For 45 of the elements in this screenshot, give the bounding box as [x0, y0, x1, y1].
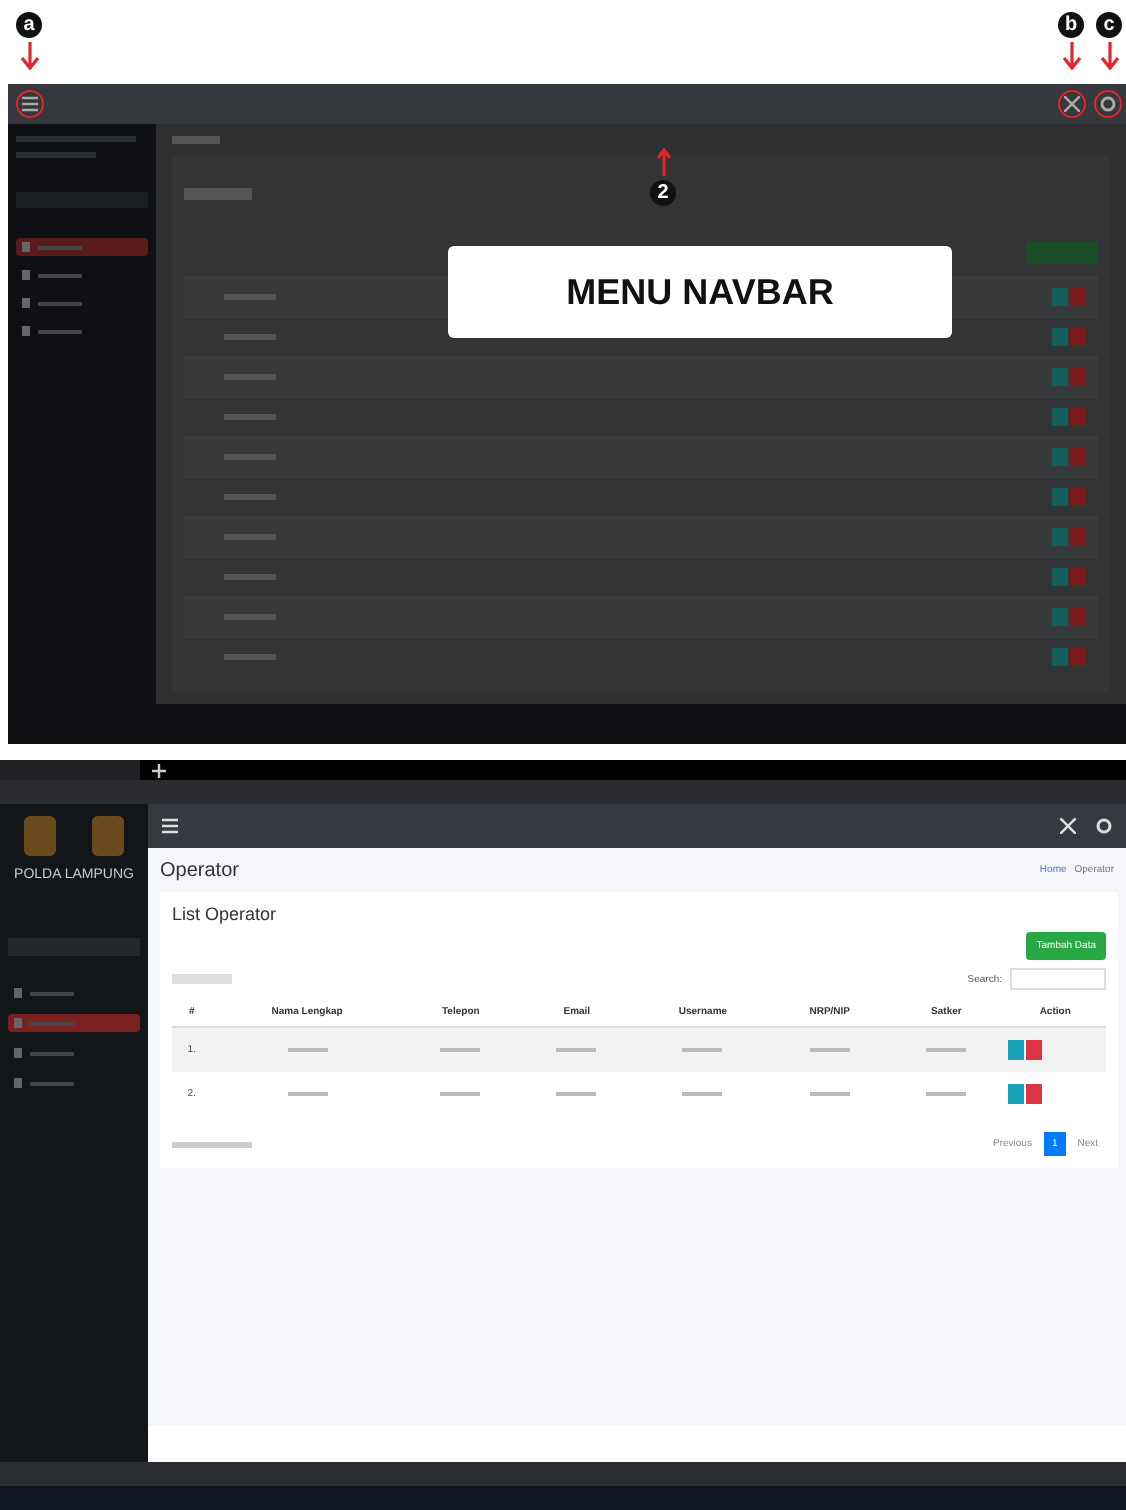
menu-button[interactable] [16, 90, 44, 118]
text-line [926, 1048, 967, 1052]
add-button[interactable] [1026, 242, 1098, 264]
text-line [440, 1092, 481, 1096]
delete-button[interactable] [1026, 1040, 1043, 1060]
text-line [287, 1048, 328, 1052]
fullscreen-button[interactable] [1058, 90, 1086, 118]
text-line [556, 1092, 597, 1096]
page-title: Operator [160, 859, 239, 881]
down-arrow-icon [19, 42, 39, 70]
search-field[interactable] [1010, 968, 1106, 990]
text-line [224, 574, 276, 580]
text-line [172, 1141, 252, 1147]
text-line [224, 654, 276, 660]
text-line [224, 334, 276, 340]
overlay-title-box: MENU NAVBAR [448, 246, 952, 338]
text-line [224, 494, 276, 500]
text-line [440, 1048, 481, 1052]
down-arrow-icon [1099, 42, 1119, 70]
delete-button[interactable] [1026, 1084, 1043, 1104]
text-line [809, 1092, 850, 1096]
text-line [682, 1092, 723, 1096]
sidebar-item[interactable] [16, 238, 148, 256]
marker-badge: a [16, 12, 42, 38]
fullscreen-button[interactable] [1054, 812, 1082, 840]
down-arrow-icon [1061, 42, 1081, 70]
entries-select[interactable] [172, 974, 232, 984]
up-arrow-icon [655, 148, 671, 176]
marker-badge: c [1096, 12, 1122, 38]
text-line [682, 1048, 723, 1052]
card-title: List Operator [172, 904, 279, 924]
new-tab-icon[interactable] [152, 763, 166, 777]
edit-button[interactable] [1008, 1084, 1025, 1104]
text-line [926, 1092, 967, 1096]
text-line [224, 414, 276, 420]
text-line [809, 1048, 850, 1052]
sidebar-item[interactable] [8, 1014, 140, 1032]
browser-tab[interactable] [0, 760, 140, 780]
edit-button[interactable] [1008, 1040, 1025, 1060]
settings-button[interactable] [1094, 90, 1122, 118]
badge-logo-icon [24, 816, 56, 856]
text-line [556, 1048, 597, 1052]
text-line [287, 1092, 328, 1096]
marker-badge: b [1058, 12, 1084, 38]
emblem-logo-icon [92, 816, 124, 856]
